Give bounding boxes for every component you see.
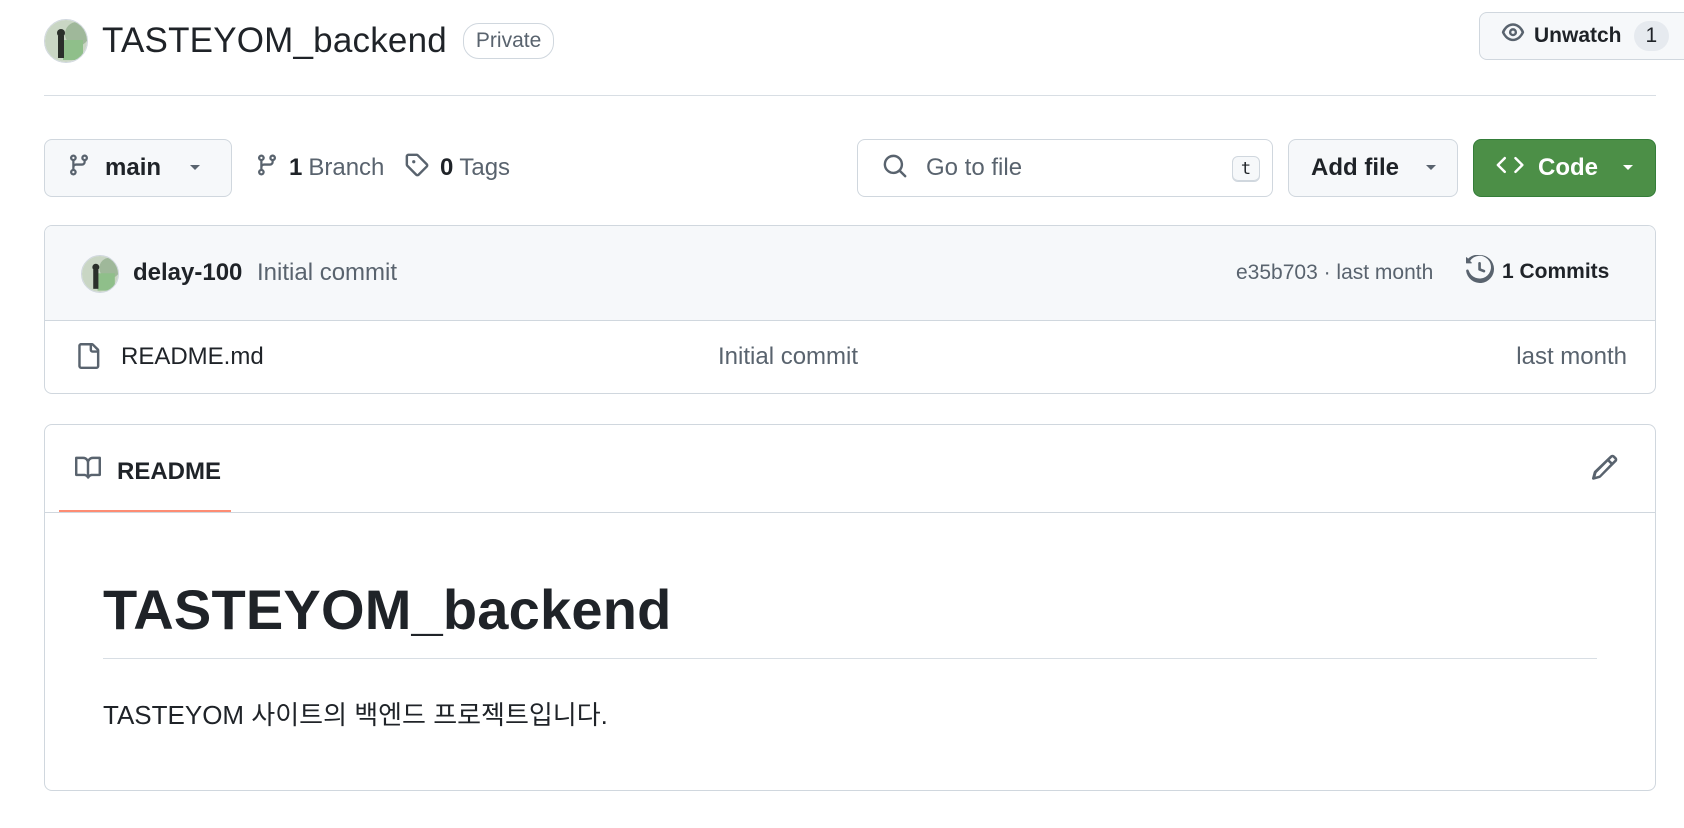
latest-commit-row: delay-100 Initial commit e35b703 · last … bbox=[45, 226, 1655, 321]
visibility-badge: Private bbox=[462, 23, 555, 59]
repo-name[interactable]: TASTEYOM_backend bbox=[102, 21, 447, 61]
code-label: Code bbox=[1538, 154, 1598, 181]
book-icon bbox=[73, 455, 103, 488]
triangle-down-icon bbox=[1423, 154, 1439, 182]
add-file-button[interactable]: Add file bbox=[1288, 139, 1458, 197]
go-to-file-placeholder: Go to file bbox=[926, 154, 1023, 181]
readme-divider bbox=[45, 512, 1655, 513]
commit-message[interactable]: Initial commit bbox=[257, 259, 397, 287]
add-file-label: Add file bbox=[1311, 154, 1399, 181]
tag-label: Tags bbox=[459, 154, 511, 181]
code-icon bbox=[1496, 152, 1524, 185]
tag-count: 0 bbox=[440, 154, 454, 181]
file-commit-time: last month bbox=[1516, 343, 1627, 370]
file-table: delay-100 Initial commit e35b703 · last … bbox=[44, 225, 1656, 394]
commit-author[interactable]: delay-100 bbox=[133, 259, 242, 287]
code-button[interactable]: Code bbox=[1473, 139, 1656, 197]
go-to-file-input[interactable]: Go to file t bbox=[857, 139, 1273, 197]
history-icon bbox=[1465, 254, 1494, 289]
readme-body: TASTEYOM 사이트의 백엔드 프로젝트입니다. bbox=[103, 700, 608, 730]
readme-panel: README TASTEYOM_backend TASTEYOM 사이트의 백엔… bbox=[44, 424, 1656, 791]
owner-avatar[interactable] bbox=[44, 19, 88, 63]
search-icon bbox=[882, 153, 908, 184]
eye-icon bbox=[1500, 20, 1526, 52]
table-row[interactable]: README.md Initial commit last month bbox=[45, 321, 1655, 393]
branch-label: Branch bbox=[308, 154, 385, 181]
file-name[interactable]: README.md bbox=[121, 343, 264, 371]
unwatch-label: Unwatch bbox=[1534, 24, 1622, 47]
readme-tab-label: README bbox=[117, 457, 222, 485]
triangle-down-icon bbox=[1620, 154, 1636, 182]
watch-count: 1 bbox=[1633, 21, 1670, 51]
unwatch-button[interactable]: Unwatch 1 bbox=[1479, 12, 1684, 60]
branch-select-button[interactable]: main bbox=[44, 139, 232, 197]
commit-author-avatar[interactable] bbox=[81, 255, 119, 293]
tags-link[interactable]: 0 Tags bbox=[404, 148, 510, 188]
readme-heading: TASTEYOM_backend bbox=[103, 577, 1597, 659]
git-branch-icon bbox=[67, 152, 91, 185]
branch-name: main bbox=[105, 154, 162, 181]
git-branch-icon bbox=[255, 152, 279, 185]
repo-header: TASTEYOM_backend Private Unwatch 1 bbox=[44, 12, 1684, 68]
pencil-icon[interactable] bbox=[1591, 453, 1619, 486]
tab-readme[interactable]: README bbox=[59, 425, 231, 513]
commit-hash-time[interactable]: e35b703 · last month bbox=[1236, 261, 1433, 285]
file-icon bbox=[75, 341, 101, 376]
commits-count: 1 Commits bbox=[1502, 260, 1610, 283]
triangle-down-icon bbox=[187, 154, 203, 182]
branch-count: 1 bbox=[289, 154, 303, 181]
header-divider bbox=[44, 95, 1656, 96]
branches-link[interactable]: 1 Branch bbox=[255, 148, 384, 188]
shortcut-key: t bbox=[1232, 156, 1260, 182]
commits-link[interactable]: 1 Commits bbox=[1465, 254, 1610, 289]
file-commit-message[interactable]: Initial commit bbox=[718, 343, 858, 371]
tag-icon bbox=[404, 152, 430, 185]
